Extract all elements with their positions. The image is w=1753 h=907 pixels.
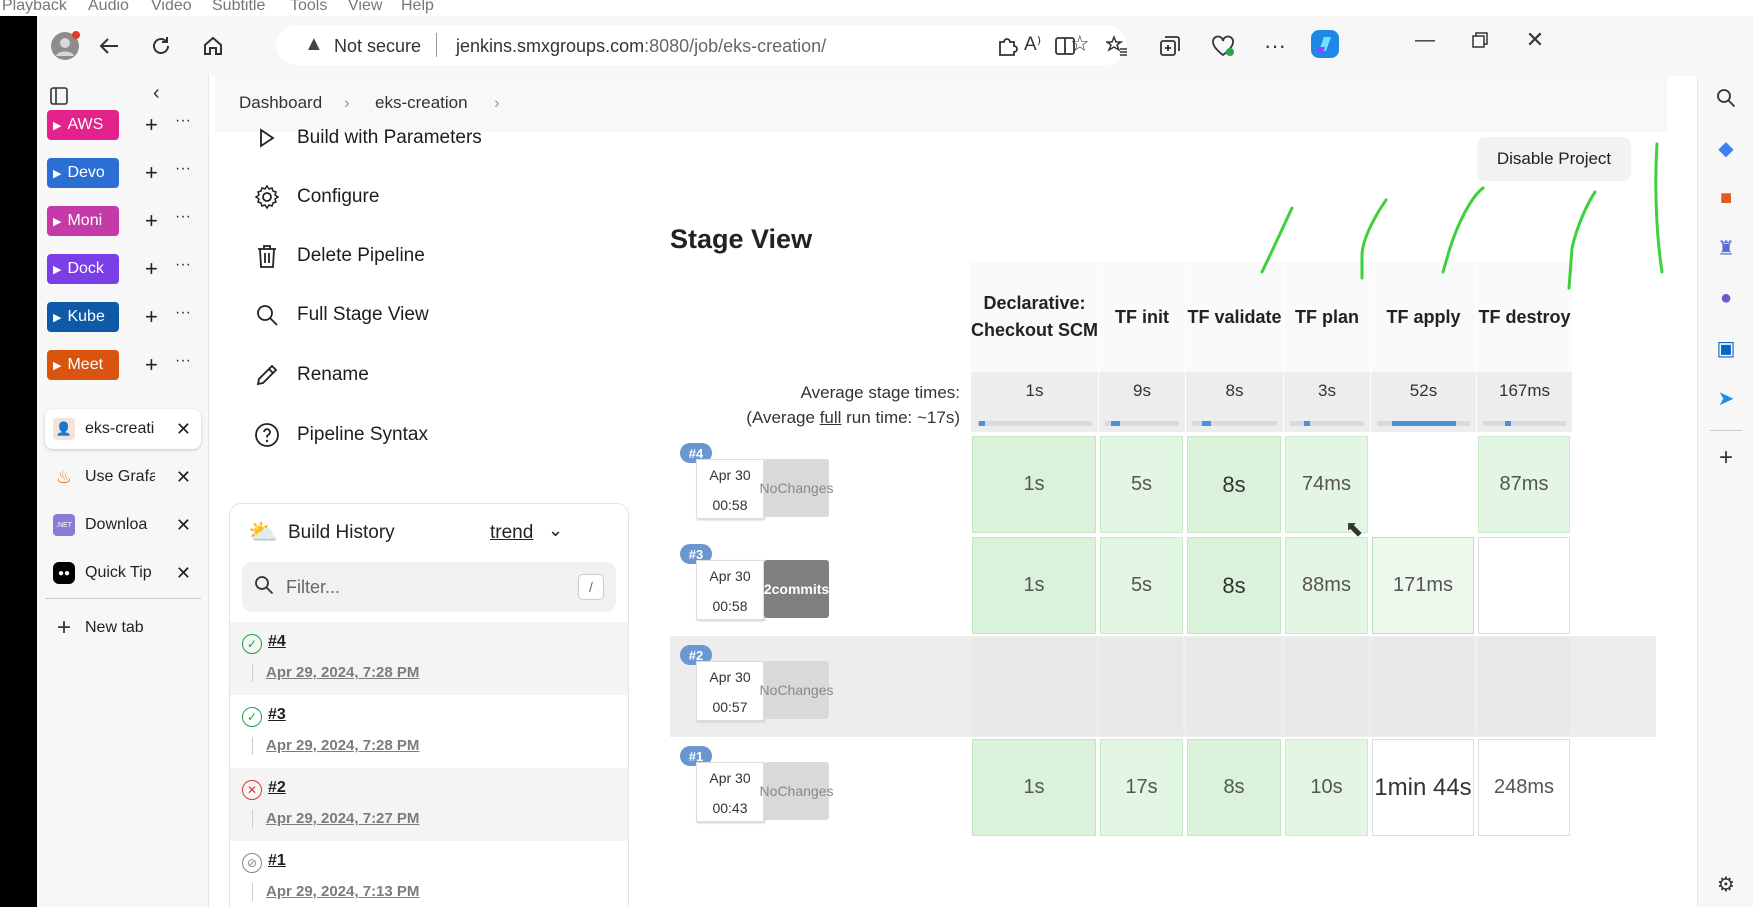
annotation-stroke — [1654, 142, 1664, 274]
shopping-tag-icon[interactable]: ◆ — [1712, 134, 1740, 162]
add-tab-icon[interactable]: + — [145, 160, 158, 186]
tab-group-chip[interactable]: ▶ Devo — [47, 158, 119, 188]
more-icon[interactable]: ··· — [175, 352, 191, 370]
menu-help[interactable]: Help — [401, 0, 434, 15]
copilot-icon[interactable] — [1307, 26, 1343, 62]
more-icon[interactable]: ··· — [175, 256, 191, 274]
tab-label: Downloa — [85, 516, 148, 533]
tab-group-chip[interactable]: ▶ Kube — [47, 302, 119, 332]
menu-view[interactable]: View — [348, 0, 382, 15]
dotnet-icon: .NET — [53, 514, 75, 536]
tab-eks-creation[interactable]: 👤 eks-creati ✕ — [45, 409, 201, 449]
restore-icon[interactable] — [1462, 22, 1498, 58]
tab-group-meet[interactable]: ▶ Meet + ··· — [47, 346, 197, 384]
add-tab-icon[interactable]: + — [145, 256, 158, 282]
tab-group-moni[interactable]: ▶ Moni + ··· — [47, 202, 197, 240]
add-icon[interactable]: + — [1712, 444, 1740, 472]
tab-label: eks-creati — [85, 420, 155, 437]
outlook-icon[interactable]: ▣ — [1712, 334, 1740, 362]
settings-gear-icon[interactable]: ⚙ — [1712, 870, 1740, 898]
add-tab-icon[interactable]: + — [145, 208, 158, 234]
read-aloud-icon[interactable]: A⁾ — [1024, 33, 1041, 56]
tab-group-kube[interactable]: ▶ Kube + ··· — [47, 298, 197, 336]
menu-tools[interactable]: Tools — [290, 0, 327, 15]
split-screen-icon[interactable] — [1047, 28, 1083, 64]
collapse-panel-icon[interactable]: ‹ — [153, 82, 160, 105]
more-icon[interactable]: ··· — [175, 112, 191, 130]
menu-video[interactable]: Video — [151, 0, 192, 15]
more-icon[interactable]: ··· — [175, 304, 191, 322]
warning-icon[interactable]: ▲ — [304, 33, 324, 56]
video-icon: ●● — [53, 562, 75, 584]
more-icon[interactable]: ··· — [175, 160, 191, 178]
favorites-icon[interactable] — [1099, 28, 1135, 64]
extensions-icon[interactable] — [989, 28, 1025, 64]
edge-divider — [1710, 430, 1742, 431]
browser-toolbar: ▲ Not secure jenkins.smxgroups.com:8080/… — [37, 16, 1753, 76]
more-options-icon[interactable]: ··· — [1257, 28, 1293, 64]
tab-download[interactable]: .NET Downloa ✕ — [45, 505, 201, 545]
annotation-stroke — [1260, 206, 1294, 274]
add-tab-icon[interactable]: + — [145, 352, 158, 378]
black-frame — [0, 16, 37, 907]
tab-quick-tip[interactable]: ●● Quick Tip ✕ — [45, 553, 201, 593]
send-icon[interactable]: ➤ — [1712, 384, 1740, 412]
minimize-icon[interactable]: — — [1407, 22, 1443, 58]
reload-icon[interactable] — [143, 28, 179, 64]
tab-group-devo[interactable]: ▶ Devo + ··· — [47, 154, 197, 192]
browser-essentials-icon[interactable] — [1205, 28, 1241, 64]
tab-group-chip[interactable]: ▶ AWS — [47, 110, 119, 140]
url-text[interactable]: jenkins.smxgroups.com:8080/job/eks-creat… — [456, 36, 826, 57]
annotation-marks — [1260, 142, 1664, 290]
search-icon[interactable] — [1712, 84, 1740, 112]
close-tab-icon[interactable]: ✕ — [176, 563, 191, 584]
tab-group-dock[interactable]: ▶ Dock + ··· — [47, 250, 197, 288]
home-icon[interactable] — [195, 28, 231, 64]
tab-grafana[interactable]: ♨ Use Grafa ✕ — [45, 457, 201, 497]
new-tab-label: New tab — [85, 619, 144, 636]
grafana-icon: ♨ — [55, 466, 73, 487]
annotation-stroke — [1360, 198, 1388, 280]
new-tab-button[interactable]: + New tab — [45, 608, 201, 648]
profile-avatar-icon[interactable] — [47, 28, 83, 64]
menu-playback[interactable]: Playback — [2, 0, 67, 15]
more-icon[interactable]: ··· — [175, 208, 191, 226]
tab-label: Use Grafa — [85, 468, 155, 485]
annotation-stroke — [1441, 186, 1485, 274]
address-divider — [436, 33, 437, 57]
jenkins-icon: 👤 — [53, 418, 75, 440]
tools-icon[interactable]: ■ — [1712, 184, 1740, 212]
collections-icon[interactable] — [1152, 28, 1188, 64]
add-tab-icon[interactable]: + — [145, 304, 158, 330]
menu-subtitle[interactable]: Subtitle — [212, 0, 265, 15]
security-label[interactable]: Not secure — [334, 36, 421, 57]
close-tab-icon[interactable]: ✕ — [176, 515, 191, 536]
games-icon[interactable]: ♜ — [1712, 234, 1740, 262]
back-icon[interactable] — [91, 28, 127, 64]
jenkins-page: Dashboard › eks-creation › Build with Pa… — [215, 76, 1667, 907]
tab-group-chip[interactable]: ▶ Meet — [47, 350, 119, 380]
tab-group-chip[interactable]: ▶ Moni — [47, 206, 119, 236]
plus-icon: + — [56, 614, 71, 641]
close-tab-icon[interactable]: ✕ — [176, 419, 191, 440]
tab-group-chip[interactable]: ▶ Dock — [47, 254, 119, 284]
annotation-stroke — [1567, 190, 1597, 290]
tab-group-aws[interactable]: ▶ AWS + ··· — [47, 106, 197, 144]
add-tab-icon[interactable]: + — [145, 112, 158, 138]
tab-label: Quick Tip — [85, 564, 152, 581]
close-tab-icon[interactable]: ✕ — [176, 467, 191, 488]
tabs-divider — [45, 598, 201, 599]
edge-sidebar: ◆ ■ ♜ ● ▣ ➤ + ⚙ — [1697, 76, 1753, 907]
close-window-icon[interactable]: ✕ — [1517, 22, 1553, 58]
vertical-tabs-panel: ‹ ▶ AWS + ··· ▶ Devo + ··· ▶ Moni + ··· ▶ Dock … — [37, 76, 209, 907]
mouse-cursor-icon: ⬉ — [1345, 516, 1364, 541]
microsoft365-icon[interactable]: ● — [1712, 284, 1740, 312]
menu-audio[interactable]: Audio — [88, 0, 129, 15]
player-menu-bar: Playback Audio Video Subtitle Tools View… — [0, 0, 1753, 16]
